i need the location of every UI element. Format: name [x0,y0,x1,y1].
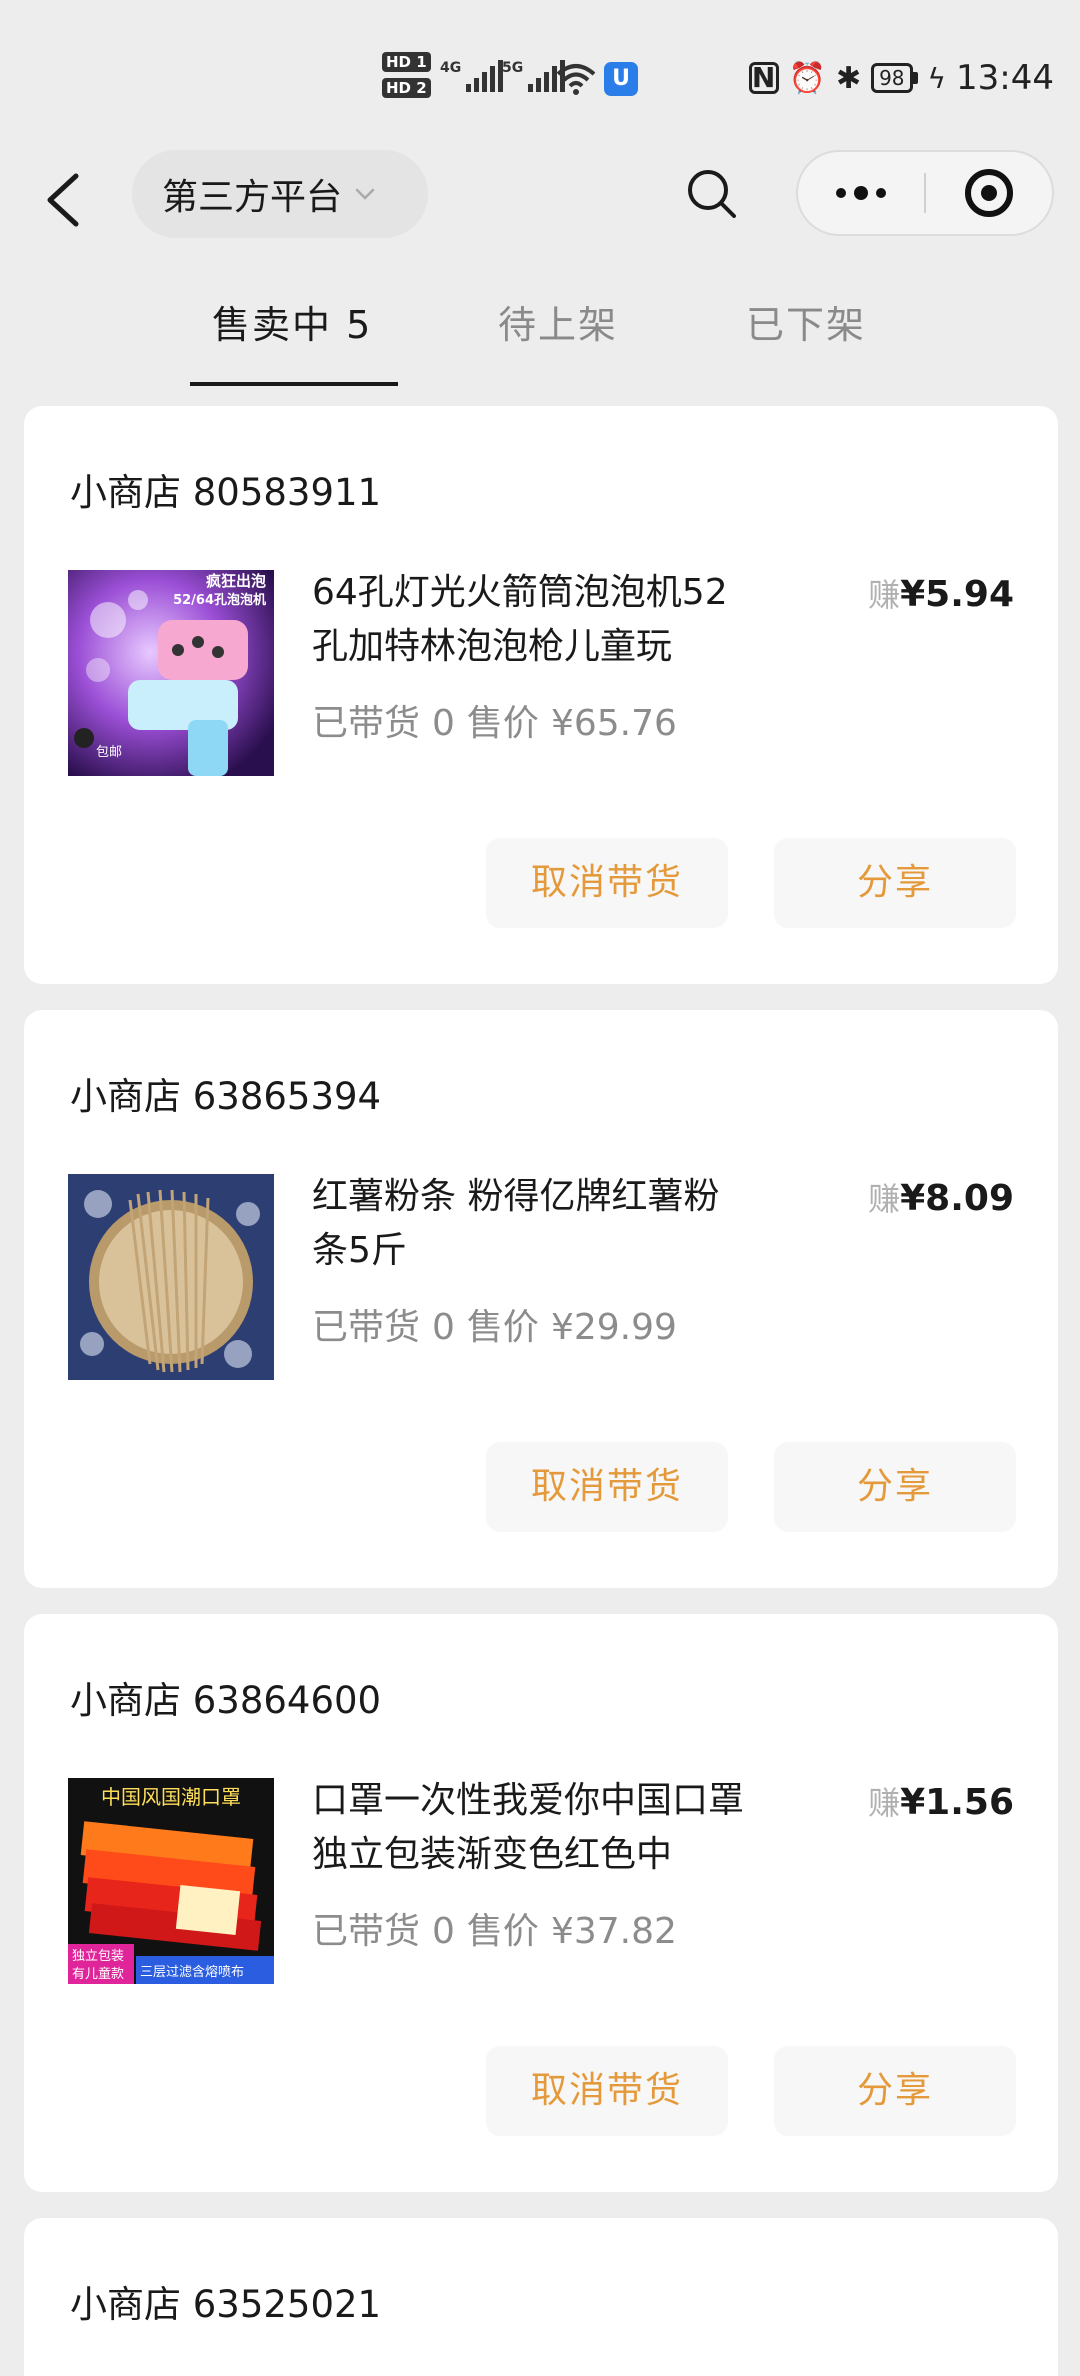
status-right: N ⏰ ✱ 98 ϟ 13:44 [748,58,1054,98]
bluetooth-icon: ✱ [835,60,862,96]
earn-label: 赚 [868,1784,901,1822]
close-target-icon[interactable] [926,152,1052,234]
shop-name: 小商店 63864600 [70,1679,382,1722]
product-title[interactable]: 64孔灯光火箭筒泡泡机52孔加特林泡泡枪儿童玩 [312,566,752,674]
platform-selector[interactable]: 第三方平台 [132,150,428,238]
battery-level: 98 [871,63,913,93]
product-card: 小商店 80583911 疯狂出泡 52/64孔泡泡机 包邮 64孔灯光火箭筒泡… [24,406,1058,984]
chevron-down-icon [355,188,375,200]
signal-4g-icon: 4G [440,60,504,92]
carried-count: 0 [432,703,455,744]
carried-count: 0 [432,1307,455,1348]
earn-amount: 赚¥5.94 [868,570,1014,616]
charging-icon: ϟ [927,61,947,95]
thumb-text-bl: 独立包装 [72,1949,124,1964]
price-value: ¥65.76 [550,703,677,744]
thumb-text-badge: 包邮 [96,745,122,760]
thumb-text-bl2: 有儿童款 [72,1966,124,1982]
search-icon[interactable] [682,164,742,224]
alarm-icon: ⏰ [788,60,826,96]
signal-5g-label: 5G [502,60,524,76]
battery-icon: 98 [871,63,918,93]
shop-name: 小商店 63865394 [70,1075,382,1118]
nfc-icon: N [748,62,779,94]
hd-indicators: HD 1 HD 2 [382,52,431,98]
share-button[interactable]: 分享 [774,1442,1016,1532]
cancel-promotion-button[interactable]: 取消带货 [486,838,728,928]
signal-4g-label: 4G [440,60,462,76]
carried-label: 已带货 [312,1307,421,1348]
product-card: 小商店 63525021 [24,2218,1058,2376]
platform-label: 第三方平台 [162,177,343,218]
earn-label: 赚 [868,1180,901,1218]
earn-label: 赚 [868,576,901,614]
price-value: ¥37.82 [550,1911,677,1952]
product-image-noodles[interactable] [68,1174,274,1380]
product-card: 小商店 63864600 中国风国潮口罩 独立包装 有儿童款 三层过滤含熔喷布 … [24,1614,1058,2192]
earn-value: ¥8.09 [900,1178,1014,1219]
product-meta: 已带货 0 售价 ¥29.99 [312,1298,689,1350]
back-arrow-icon[interactable] [38,168,88,232]
status-time: 13:44 [956,58,1054,98]
status-tabs: 售卖中 5 待上架 已下架 [0,280,1080,390]
hd2-badge: HD 2 [382,78,431,98]
active-tab-indicator [190,382,398,386]
product-title[interactable]: 红薯粉条 粉得亿牌红薯粉条5斤 [312,1170,752,1278]
cancel-promotion-button[interactable]: 取消带货 [486,2046,728,2136]
earn-value: ¥5.94 [900,574,1014,615]
tab-removed[interactable]: 已下架 [746,294,866,349]
wifi-icon [556,64,596,95]
carried-label: 已带货 [312,703,421,744]
thumb-text-top: 疯狂出泡 [206,572,266,590]
shop-name: 小商店 80583911 [70,471,382,514]
thumb-text-br: 三层过滤含熔喷布 [140,1964,244,1980]
earn-value: ¥1.56 [900,1782,1014,1823]
earn-amount: 赚¥1.56 [868,1778,1014,1824]
thumb-text-top: 中国风国潮口罩 [101,1785,241,1809]
product-card: 小商店 63865394 红薯粉条 粉得亿牌红薯粉条5斤 赚¥8.09 已带货 0… [24,1010,1058,1588]
tab-on-sale[interactable]: 售卖中 5 [212,294,372,349]
nav-bar: 第三方平台 [0,140,1080,260]
price-label: 售价 [466,703,539,744]
earn-amount: 赚¥8.09 [868,1174,1014,1220]
product-image-bubble-gun[interactable]: 疯狂出泡 52/64孔泡泡机 包邮 [68,570,274,776]
price-label: 售价 [466,1307,539,1348]
thumb-text-sub: 52/64孔泡泡机 [173,592,266,608]
product-meta: 已带货 0 售价 ¥65.76 [312,694,689,746]
price-label: 售价 [466,1911,539,1952]
price-value: ¥29.99 [550,1307,677,1348]
product-title[interactable]: 口罩一次性我爱你中国口罩独立包装渐变色红色中 [312,1774,752,1882]
status-bar: HD 1 HD 2 4G 5G U N ⏰ ✱ 98 ϟ 13:44 [0,0,1080,140]
carried-label: 已带货 [312,1911,421,1952]
share-button[interactable]: 分享 [774,2046,1016,2136]
share-button[interactable]: 分享 [774,838,1016,928]
cancel-promotion-button[interactable]: 取消带货 [486,1442,728,1532]
hd1-badge: HD 1 [382,52,431,72]
tab-pending[interactable]: 待上架 [498,294,618,349]
carried-count: 0 [432,1911,455,1952]
app-notification-icon: U [604,62,638,96]
shop-name: 小商店 63525021 [70,2283,382,2326]
product-image-mask[interactable]: 中国风国潮口罩 独立包装 有儿童款 三层过滤含熔喷布 [68,1778,274,1984]
mini-program-capsule [796,150,1054,236]
product-meta: 已带货 0 售价 ¥37.82 [312,1902,689,1954]
more-dots-icon[interactable] [798,152,924,234]
